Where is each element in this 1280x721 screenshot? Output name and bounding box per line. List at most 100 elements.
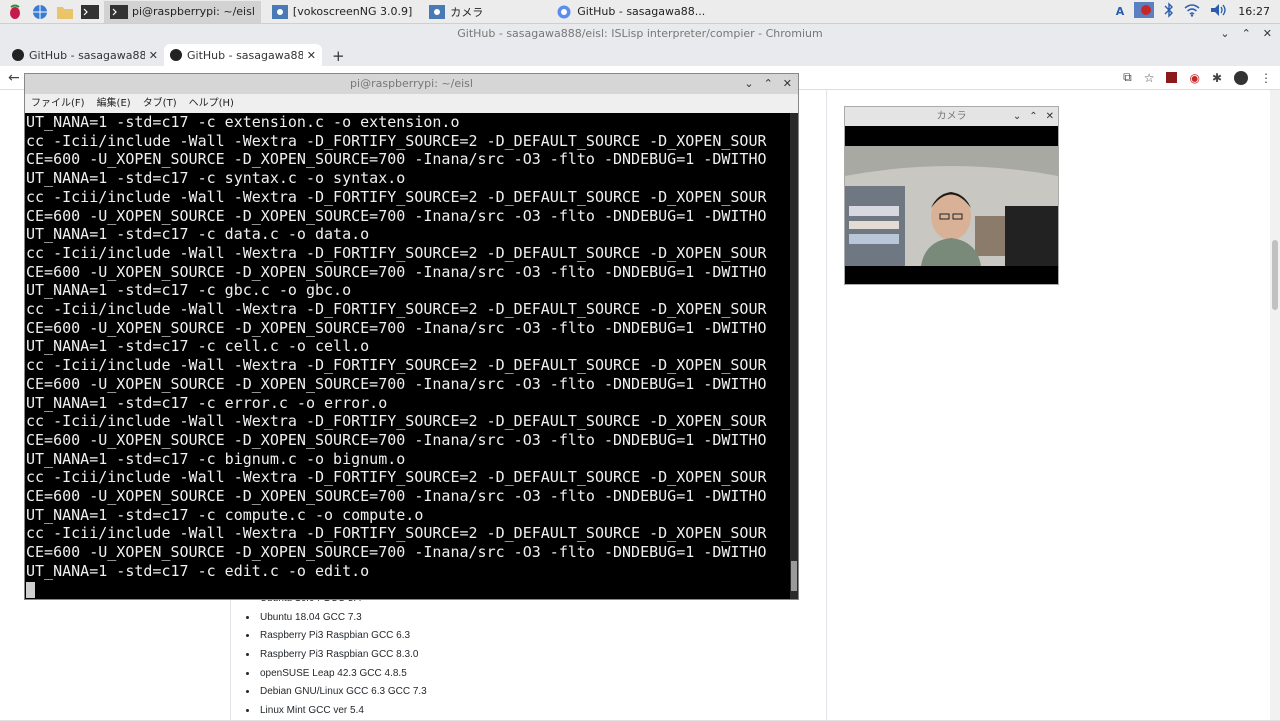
menu-tabs[interactable]: タブ(T): [143, 94, 177, 113]
extensions-puzzle-icon[interactable]: ✱: [1212, 71, 1222, 85]
camera-title: カメラ: [936, 111, 967, 122]
menu-kebab-icon[interactable]: ⋮: [1260, 71, 1272, 85]
extension-icon[interactable]: [1166, 72, 1178, 83]
terminal-line: cc -Icii/include -Wall -Wextra -D_FORTIF…: [26, 131, 767, 150]
browser-tab-2[interactable]: GitHub - sasagawa888/e ✕: [164, 44, 322, 66]
close-tab-icon[interactable]: ✕: [307, 49, 316, 62]
camera-window[interactable]: カメラ ⌄ ⌃ ✕: [844, 106, 1059, 285]
terminal-text: UT_NANA=1 -std=c17 -c extension.c -o ext…: [25, 113, 798, 599]
list-item: Raspberry Pi3 Raspbian GCC 8.3.0: [258, 646, 427, 665]
terminal-output[interactable]: UT_NANA=1 -std=c17 -c extension.c -o ext…: [25, 113, 798, 599]
list-item: Ubuntu 18.04 GCC 7.3: [258, 609, 427, 628]
wifi-icon[interactable]: [1184, 3, 1200, 20]
terminal-line: CE=600 -U_XOPEN_SOURCE -D_XOPEN_SOURCE=7…: [26, 150, 767, 169]
list-item: Debian GNU/Linux GCC 6.3 GCC 7.3: [258, 683, 427, 702]
terminal-line: UT_NANA=1 -std=c17 -c cell.c -o cell.o: [26, 337, 370, 356]
file-manager-icon[interactable]: [55, 2, 75, 22]
menu-help[interactable]: ヘルプ(H): [189, 94, 234, 113]
task-label: カメラ: [450, 5, 484, 19]
github-icon: [12, 49, 24, 61]
minimize-icon[interactable]: ⌄: [744, 74, 753, 94]
task-label: pi@raspberrypi: ~/eisl: [132, 5, 255, 18]
task-chromium[interactable]: GitHub - sasagawa88...: [549, 1, 711, 23]
terminal-line: UT_NANA=1 -std=c17 -c error.c -o error.o: [26, 393, 388, 412]
close-icon[interactable]: ✕: [1263, 24, 1272, 44]
page-scrollbar[interactable]: [1270, 90, 1280, 720]
taskbar: pi@raspberrypi: ~/eisl [vokoscreenNG 3.0…: [0, 0, 1280, 24]
terminal-line: cc -Icii/include -Wall -Wextra -D_FORTIF…: [26, 187, 767, 206]
task-label: [vokoscreenNG 3.0.9]: [292, 5, 413, 18]
terminal-line: cc -Icii/include -Wall -Wextra -D_FORTIF…: [26, 356, 767, 375]
close-icon[interactable]: ✕: [783, 74, 792, 94]
supported-platforms-list: Ubuntu 16.04 GCC 5.4 Ubuntu 18.04 GCC 7.…: [258, 590, 427, 721]
list-item: Linux Mint GCC ver 5.4: [258, 702, 427, 721]
divider: [826, 90, 827, 720]
tab-label: GitHub - sasagawa888/e: [29, 48, 145, 62]
terminal-line: UT_NANA=1 -std=c17 -c extension.c -o ext…: [26, 113, 460, 131]
terminal-line: cc -Icii/include -Wall -Wextra -D_FORTIF…: [26, 524, 767, 543]
maximize-icon[interactable]: ⌃: [764, 74, 773, 94]
clock[interactable]: 16:27: [1238, 5, 1270, 18]
terminal-launcher-icon[interactable]: [80, 2, 100, 22]
close-tab-icon[interactable]: ✕: [149, 49, 158, 62]
terminal-line: cc -Icii/include -Wall -Wextra -D_FORTIF…: [26, 243, 767, 262]
terminal-line: cc -Icii/include -Wall -Wextra -D_FORTIF…: [26, 300, 767, 319]
terminal-titlebar[interactable]: pi@raspberrypi: ~/eisl ⌄ ⌃ ✕: [25, 74, 798, 94]
close-icon[interactable]: ✕: [1046, 107, 1054, 126]
translate-icon[interactable]: ⧉: [1123, 70, 1132, 85]
task-label: GitHub - sasagawa88...: [577, 5, 706, 18]
terminal-line: cc -Icii/include -Wall -Wextra -D_FORTIF…: [26, 468, 767, 487]
terminal-line: UT_NANA=1 -std=c17 -c data.c -o data.o: [26, 225, 370, 244]
task-terminal[interactable]: pi@raspberrypi: ~/eisl: [104, 0, 261, 23]
menu-edit[interactable]: 編集(E): [97, 94, 131, 113]
system-tray: A 16:27: [1116, 2, 1280, 21]
terminal-menubar: ファイル(F) 編集(E) タブ(T) ヘルプ(H): [25, 94, 798, 113]
terminal-icon: [110, 4, 128, 20]
terminal-line: CE=600 -U_XOPEN_SOURCE -D_XOPEN_SOURCE=7…: [26, 430, 767, 449]
vokoscreen-icon: [271, 4, 289, 20]
browser-tab-1[interactable]: GitHub - sasagawa888/e ✕: [6, 44, 164, 66]
bluetooth-icon[interactable]: [1164, 2, 1174, 21]
terminal-line: CE=600 -U_XOPEN_SOURCE -D_XOPEN_SOURCE=7…: [26, 318, 767, 337]
scrollbar-thumb[interactable]: [791, 561, 797, 591]
terminal-line: UT_NANA=1 -std=c17 -c gbc.c -o gbc.o: [26, 281, 352, 300]
scrollbar-thumb[interactable]: [1272, 240, 1278, 310]
maximize-icon[interactable]: ⌃: [1242, 24, 1251, 44]
minimize-icon[interactable]: ⌄: [1220, 24, 1229, 44]
browser-launcher-icon[interactable]: [30, 2, 50, 22]
input-method-indicator[interactable]: A: [1116, 5, 1125, 18]
camera-app-icon: [428, 4, 446, 20]
bookmark-star-icon[interactable]: ☆: [1144, 71, 1155, 85]
terminal-line: CE=600 -U_XOPEN_SOURCE -D_XOPEN_SOURCE=7…: [26, 374, 767, 393]
terminal-line: cc -Icii/include -Wall -Wextra -D_FORTIF…: [26, 412, 767, 431]
github-icon: [170, 49, 182, 61]
list-item: openSUSE Leap 42.3 GCC 4.8.5: [258, 665, 427, 684]
terminal-line: CE=600 -U_XOPEN_SOURCE -D_XOPEN_SOURCE=7…: [26, 543, 767, 562]
terminal-line: CE=600 -U_XOPEN_SOURCE -D_XOPEN_SOURCE=7…: [26, 262, 767, 281]
profile-avatar-icon[interactable]: [1234, 70, 1248, 85]
terminal-window[interactable]: pi@raspberrypi: ~/eisl ⌄ ⌃ ✕ ファイル(F) 編集(…: [24, 73, 799, 600]
list-item: Raspberry Pi3 Raspbian GCC 6.3: [258, 627, 427, 646]
new-tab-icon[interactable]: +: [332, 46, 345, 66]
task-vokoscreen[interactable]: [vokoscreenNG 3.0.9]: [265, 1, 418, 23]
volume-icon[interactable]: [1210, 3, 1228, 20]
tab-label: GitHub - sasagawa888/e: [187, 48, 303, 62]
back-arrow-icon[interactable]: ←: [8, 70, 20, 86]
terminal-scrollbar[interactable]: [790, 113, 798, 599]
terminal-line: CE=600 -U_XOPEN_SOURCE -D_XOPEN_SOURCE=7…: [26, 206, 767, 225]
terminal-line: UT_NANA=1 -std=c17 -c syntax.c -o syntax…: [26, 169, 406, 188]
browser-window-title: GitHub - sasagawa888/eisl: ISLisp interp…: [0, 24, 1280, 44]
menu-file[interactable]: ファイル(F): [31, 94, 85, 113]
browser-title-text: GitHub - sasagawa888/eisl: ISLisp interp…: [457, 27, 823, 40]
camera-feed-image: [845, 146, 1058, 266]
screen-recorder-icon[interactable]: [1134, 2, 1155, 21]
maximize-icon[interactable]: ⌃: [1029, 107, 1037, 126]
task-camera[interactable]: カメラ: [422, 1, 489, 23]
tab-strip: GitHub - sasagawa888/e ✕ GitHub - sasaga…: [0, 44, 1280, 66]
terminal-title: pi@raspberrypi: ~/eisl: [350, 77, 473, 90]
extension-record-icon[interactable]: ◉: [1189, 71, 1199, 85]
terminal-cursor: [26, 582, 35, 599]
camera-titlebar[interactable]: カメラ ⌄ ⌃ ✕: [845, 107, 1058, 126]
minimize-icon[interactable]: ⌄: [1013, 107, 1021, 126]
raspberry-menu-icon[interactable]: [5, 2, 25, 22]
